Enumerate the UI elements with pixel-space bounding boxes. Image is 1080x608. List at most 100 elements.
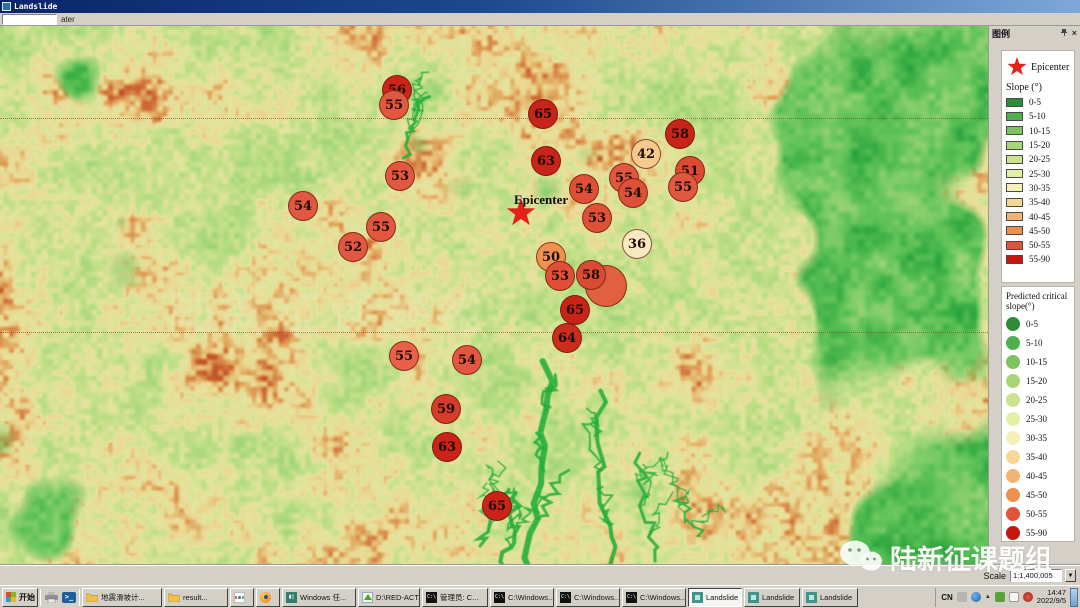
status-red-icon[interactable]	[1023, 592, 1033, 602]
taskbar-button-folder-result[interactable]: result...	[164, 588, 228, 607]
taskbar-button-firefox[interactable]	[256, 588, 280, 607]
legend-panel-header[interactable]: 图例 ×	[989, 26, 1080, 40]
legend-panel-title: 图例	[992, 27, 1010, 40]
app-circles-icon	[234, 592, 245, 603]
tray-expand-icon[interactable]: ▲	[985, 594, 991, 600]
start-button[interactable]: 开始	[2, 588, 38, 607]
taskbar-button-cmd-1[interactable]: C:\C:\Windows...	[490, 588, 554, 607]
cmd-icon: C:\	[494, 592, 505, 603]
taskbar-button-label: result...	[183, 593, 208, 602]
taskbar-button-landslide-2[interactable]: Landslide	[744, 588, 800, 607]
critical-swatch	[1006, 412, 1020, 426]
slope-range-label: 5-10	[1029, 111, 1046, 121]
taskbar-button-cmd-2[interactable]: C:\C:\Windows...	[556, 588, 620, 607]
taskbar-button-admin-cmd[interactable]: C:\管理员: C...	[422, 588, 488, 607]
slope-legend-row: 20-25	[1006, 152, 1071, 166]
watermark-text: 陆新征课题组	[890, 538, 1052, 577]
taskbar-button-label: Landslide	[762, 593, 794, 602]
slope-swatch	[1006, 126, 1023, 135]
shield-icon[interactable]	[995, 592, 1005, 602]
slope-swatch	[1006, 255, 1023, 264]
critical-legend-row: 0-5	[1006, 314, 1071, 333]
window-titlebar[interactable]: Landslide	[0, 0, 1080, 13]
slope-marker: 54	[452, 345, 482, 375]
folder-icon	[168, 592, 180, 602]
taskbar-button-windows-task[interactable]: ▮▯Windows 任...	[282, 588, 356, 607]
slope-range-label: 0-5	[1029, 97, 1041, 107]
slope-legend-row: 0-5	[1006, 95, 1071, 109]
landslide-app-icon	[748, 592, 759, 603]
taskbar-button-label: C:\Windows...	[508, 593, 554, 602]
critical-legend-row: 20-25	[1006, 390, 1071, 409]
toolbar: ater	[0, 13, 1080, 26]
pin-icon[interactable]	[1061, 28, 1068, 38]
landslide-app-icon	[806, 592, 817, 603]
taskbar-button-app-circles[interactable]	[230, 588, 254, 607]
taskbar-button-cmd-3[interactable]: C:\C:\Windows...	[622, 588, 686, 607]
map-canvas[interactable]	[0, 26, 988, 565]
taskbar: 开始 >_ 地震滑坡计... result... ▮▯Windows 任...D:\…	[0, 585, 1080, 608]
powershell-icon[interactable]: >_	[61, 589, 77, 605]
flag-icon[interactable]	[1009, 592, 1019, 602]
taskbar-button-folder-earthquake[interactable]: 地震滑坡计...	[82, 588, 162, 607]
critical-legend-row: 40-45	[1006, 466, 1071, 485]
ime-icon[interactable]	[957, 592, 967, 602]
taskbar-button-landslide-3[interactable]: Landslide	[802, 588, 858, 607]
slope-swatch	[1006, 98, 1023, 107]
taskbar-clock[interactable]: 14:47 2022/9/5	[1037, 589, 1066, 605]
input-language-indicator[interactable]: CN	[941, 593, 953, 602]
slope-marker: 55	[668, 172, 698, 202]
slope-marker: 55	[389, 341, 419, 371]
taskbar-button-landslide-active[interactable]: Landslide	[688, 588, 742, 607]
slope-marker: 55	[366, 212, 396, 242]
window-title: Landslide	[14, 2, 57, 11]
close-icon[interactable]: ×	[1072, 28, 1077, 38]
slope-marker: 59	[431, 394, 461, 424]
epicenter-label: Epicenter	[514, 192, 568, 208]
slope-swatch	[1006, 241, 1023, 250]
toolbar-combobox[interactable]	[2, 14, 57, 25]
show-desktop-button[interactable]	[1070, 588, 1078, 607]
wechat-icon	[838, 539, 884, 577]
printer-icon[interactable]	[43, 589, 59, 605]
critical-legend-row: 15-20	[1006, 371, 1071, 390]
scale-dropdown-icon[interactable]: ▼	[1065, 569, 1076, 582]
slope-marker: 53	[582, 203, 612, 233]
windows-logo-icon	[6, 592, 16, 602]
critical-legend-row: 10-15	[1006, 352, 1071, 371]
slope-range-label: 20-25	[1029, 154, 1050, 164]
critical-legend-row: 35-40	[1006, 447, 1071, 466]
critical-swatch	[1006, 374, 1020, 388]
slope-legend-box: Epicenter Slope (°) 0-55-1010-1515-2020-…	[1001, 50, 1075, 283]
critical-range-label: 35-40	[1026, 452, 1047, 462]
slope-marker: 65	[560, 295, 590, 325]
browser-tray-icon[interactable]	[971, 592, 981, 602]
taskbar-button-label: C:\Windows...	[574, 593, 620, 602]
slope-range-label: 55-90	[1029, 254, 1050, 264]
taskbar-button-label: Landslide	[820, 593, 852, 602]
slope-range-label: 10-15	[1029, 126, 1050, 136]
critical-range-label: 50-55	[1026, 509, 1047, 519]
graticule-line	[0, 332, 988, 333]
critical-legend-row: 5-10	[1006, 333, 1071, 352]
critical-range-label: 10-15	[1026, 357, 1047, 367]
slope-marker: 54	[288, 191, 318, 221]
slope-legend-row: 35-40	[1006, 195, 1071, 209]
critical-swatch	[1006, 355, 1020, 369]
slope-marker: 65	[482, 491, 512, 521]
slope-range-label: 50-55	[1029, 240, 1050, 250]
slope-legend-row: 40-45	[1006, 209, 1071, 223]
map-view[interactable]: 5655655842635155555454535453555236505853…	[0, 26, 988, 565]
slope-legend-row: 45-50	[1006, 224, 1071, 238]
critical-range-label: 30-35	[1026, 433, 1047, 443]
taskbar-button-red-act[interactable]: D:\RED-ACT...	[358, 588, 420, 607]
slope-range-label: 25-30	[1029, 169, 1050, 179]
taskbar-button-label: C:\Windows...	[640, 593, 686, 602]
critical-range-label: 20-25	[1026, 395, 1047, 405]
firefox-icon	[260, 592, 271, 603]
critical-legend-row: 30-35	[1006, 428, 1071, 447]
desktop-screen: Landslide ater 5655655842635155555454535…	[0, 0, 1080, 608]
taskbar-separator	[40, 589, 41, 606]
task-manager-icon: ▮▯	[286, 592, 297, 603]
slope-legend-row: 30-35	[1006, 181, 1071, 195]
